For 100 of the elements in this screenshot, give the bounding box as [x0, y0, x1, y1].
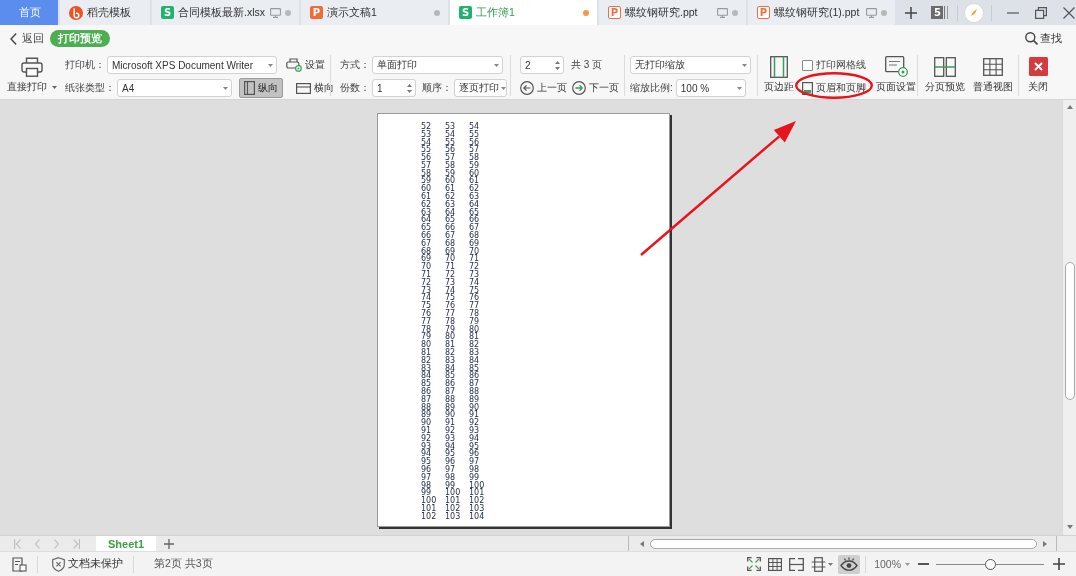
portrait-page-icon [244, 81, 255, 95]
add-sheet-icon[interactable] [164, 538, 175, 549]
cell-number: 76 [421, 310, 432, 319]
cell-number: 59 [421, 177, 432, 186]
cell-number: 75 [421, 302, 432, 311]
grid-icon [983, 57, 1003, 76]
spin-down-icon[interactable] [555, 66, 560, 70]
duplex-select[interactable]: 单面打印 [372, 56, 503, 74]
document-tab[interactable]: P 螺纹钢研究(1).ppt [748, 0, 895, 25]
zoom-slider-thumb[interactable] [984, 558, 996, 570]
scroll-down-icon[interactable] [1066, 525, 1073, 529]
form-icon[interactable] [11, 556, 27, 572]
zoom-ratio-select[interactable]: 100 % [675, 79, 746, 97]
cell-number: 69 [445, 247, 456, 256]
cell-number: 88 [421, 403, 432, 412]
cell-number: 71 [445, 263, 456, 272]
cell-number: 65 [469, 208, 480, 217]
document-tab[interactable]: S 合同模板最新.xlsx [152, 0, 299, 25]
cell-number: 70 [469, 247, 480, 256]
scaling-select[interactable]: 无打印缩放 [630, 56, 751, 74]
cell-number: 102 [421, 512, 437, 521]
cell-number: 55 [469, 130, 480, 139]
cell-number: 71 [421, 271, 432, 280]
cell-number: 64 [469, 200, 480, 209]
order-select[interactable]: 逐页打印 [454, 79, 507, 97]
template-tab[interactable]: 稻壳模板 [60, 0, 150, 25]
cell-number: 62 [421, 200, 432, 209]
scroll-left-icon[interactable] [640, 540, 644, 547]
protection-status-button[interactable]: 文档未保护 [52, 556, 123, 572]
logo-icon [69, 5, 83, 20]
cell-number: 68 [421, 247, 432, 256]
cell-number: 72 [421, 278, 432, 287]
spin-up-icon[interactable] [407, 83, 412, 87]
scroll-right-icon[interactable] [1043, 540, 1047, 547]
caret-icon [740, 63, 747, 67]
checkbox[interactable] [802, 59, 813, 71]
document-tab[interactable]: P 螺纹钢研究.ppt [599, 0, 746, 25]
cell-number: 89 [469, 395, 480, 404]
cell-number: 70 [421, 263, 432, 272]
printer-icon [21, 56, 43, 77]
normal-view-button[interactable]: 普通视图 [972, 52, 1014, 95]
scroll-thumb[interactable] [1064, 262, 1075, 400]
page-setup-button[interactable]: 页面设置 [876, 52, 916, 95]
spin-down-icon[interactable] [407, 89, 412, 93]
paper-type-select[interactable]: A4 [117, 79, 232, 97]
search-button[interactable]: 查找 [1025, 31, 1062, 46]
cell-number: 67 [421, 239, 432, 248]
view-mode-button[interactable] [838, 554, 861, 574]
page-number-field[interactable]: 2 [520, 56, 564, 74]
printer-select[interactable]: Microsoft XPS Document Writer [107, 56, 277, 74]
cell-number: 60 [421, 185, 432, 194]
tab-count-badge[interactable]: 5 [931, 6, 949, 19]
cell-number: 84 [445, 364, 456, 373]
margins-button[interactable]: 页边距 [763, 52, 795, 95]
cell-number: 83 [421, 364, 432, 373]
caret-icon [492, 63, 499, 67]
direct-print-button[interactable]: 直接打印 [6, 52, 58, 95]
copies-field[interactable]: 1 [372, 79, 416, 97]
minimize-icon[interactable] [1007, 11, 1019, 14]
back-link[interactable]: 返回 [10, 31, 44, 46]
cell-number: 85 [421, 380, 432, 389]
cell-number: 90 [445, 411, 456, 420]
cell-number: 101 [445, 497, 461, 506]
scroll-thumb[interactable] [650, 538, 1037, 549]
cell-number: 97 [445, 465, 456, 474]
cell-number: 76 [469, 294, 480, 303]
cell-number: 61 [469, 177, 480, 186]
next-page-button[interactable]: 下一页 [572, 79, 619, 97]
close-preview-button[interactable]: 关闭 [1027, 52, 1049, 95]
cell-number: 93 [445, 434, 456, 443]
portrait-button[interactable]: 纵向 [239, 78, 283, 98]
cell-number: 69 [469, 239, 480, 248]
printer-settings-button[interactable]: 设置 [286, 56, 325, 74]
restore-icon[interactable] [1035, 6, 1047, 19]
order-label: 顺序： [422, 81, 452, 95]
zoom-in-icon[interactable] [1053, 558, 1065, 570]
cell-number: 55 [445, 138, 456, 147]
spin-up-icon[interactable] [555, 60, 560, 64]
margins-page-icon [770, 55, 788, 78]
cell-number: 53 [445, 122, 456, 131]
document-tab[interactable]: S 工作簿1 [450, 0, 597, 25]
presentation-app-icon: P [757, 6, 770, 19]
caret-icon [828, 562, 834, 566]
zoom-dropdown[interactable]: 100% [874, 558, 910, 570]
cell-number: 82 [421, 356, 432, 365]
close-icon[interactable] [1063, 6, 1075, 19]
page-break-preview-button[interactable]: 分页预览 [924, 52, 966, 95]
document-tab[interactable]: P 演示文稿1 [301, 0, 448, 25]
cell-number: 74 [421, 294, 432, 303]
view-mode-button[interactable] [745, 554, 764, 574]
presentation-app-icon: P [310, 6, 323, 19]
cell-number: 101 [421, 504, 437, 513]
caret-icon [266, 63, 273, 67]
previous-page-button[interactable]: 上一页 [520, 79, 567, 97]
scroll-up-icon[interactable] [1066, 105, 1073, 109]
cell-number: 94 [445, 442, 456, 451]
view-mode-button[interactable] [809, 554, 836, 574]
cell-number: 59 [445, 169, 456, 178]
plus-icon[interactable] [905, 6, 917, 19]
cell-number: 88 [469, 388, 480, 396]
